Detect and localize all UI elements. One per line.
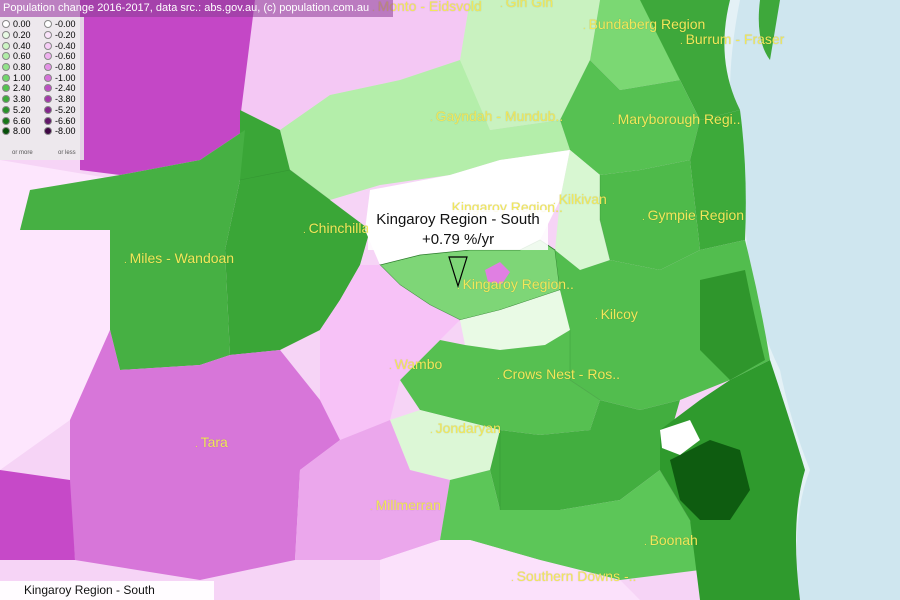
legend-swatch-icon bbox=[2, 84, 10, 93]
legend-value: 5.20 bbox=[13, 104, 31, 115]
legend-row: -0.40 bbox=[44, 40, 76, 51]
region-label[interactable]: Boonah bbox=[644, 532, 698, 548]
legend-swatch-icon bbox=[44, 127, 52, 136]
region-tooltip: Kingaroy Region - South +0.79 %/yr bbox=[368, 210, 548, 250]
legend-row: 5.20 bbox=[2, 105, 31, 116]
region-label[interactable]: Chinchilla bbox=[303, 220, 370, 236]
region-label[interactable]: Southern Downs -.. bbox=[511, 568, 637, 584]
region-label[interactable]: Tara bbox=[195, 434, 228, 450]
legend-value: -2.40 bbox=[55, 83, 76, 94]
legend-row: 6.60 bbox=[2, 115, 31, 126]
legend-row: 0.80 bbox=[2, 62, 31, 73]
legend-row: 3.80 bbox=[2, 94, 31, 105]
region-label[interactable]: Crows Nest - Ros.. bbox=[497, 366, 620, 382]
legend-row: -1.00 bbox=[44, 72, 76, 83]
legend-row: -3.80 bbox=[44, 94, 76, 105]
region-label[interactable]: Gin Gin bbox=[500, 0, 553, 10]
legend-swatch-icon bbox=[44, 41, 52, 50]
legend-value: -0.40 bbox=[55, 40, 76, 51]
legend-value: 0.80 bbox=[13, 62, 31, 73]
legend-value: 0.60 bbox=[13, 51, 31, 62]
legend-row: -2.40 bbox=[44, 83, 76, 94]
legend-row: 8.00 bbox=[2, 126, 31, 137]
legend-swatch-icon bbox=[44, 73, 52, 82]
legend-swatch-icon bbox=[2, 95, 10, 104]
region-label[interactable]: Gympie Region bbox=[642, 207, 745, 223]
legend: 0.00 0.20 0.40 0.60 0.80 1.00 2.40 3.80 5.20 6.60… bbox=[0, 17, 84, 160]
region-label[interactable]: Miles - Wandoan bbox=[124, 250, 235, 266]
legend-value: -5.20 bbox=[55, 104, 76, 115]
region-label[interactable]: Millmerran bbox=[370, 497, 441, 513]
region-label[interactable]: Wambo bbox=[389, 356, 443, 372]
legend-value: 6.60 bbox=[13, 115, 31, 126]
legend-swatch-icon bbox=[2, 73, 10, 82]
legend-row: -8.00 bbox=[44, 126, 76, 137]
region-label[interactable]: Bundaberg Region bbox=[583, 16, 706, 32]
legend-value: -6.60 bbox=[55, 115, 76, 126]
legend-value: 2.40 bbox=[13, 83, 31, 94]
legend-negative: -0.00 -0.20 -0.40 -0.60 -0.80 -1.00 -2.40 -3.80… bbox=[44, 19, 76, 137]
legend-row: -6.60 bbox=[44, 115, 76, 126]
location-marker-icon bbox=[448, 256, 468, 288]
legend-value: -3.80 bbox=[55, 94, 76, 105]
legend-value: 0.00 bbox=[13, 19, 31, 30]
region-label[interactable]: Jondaryan bbox=[430, 420, 501, 436]
legend-swatch-icon bbox=[2, 41, 10, 50]
legend-swatch-icon bbox=[2, 20, 10, 29]
legend-value: -0.20 bbox=[55, 30, 76, 41]
region-label[interactable]: Maryborough Regi.. bbox=[612, 111, 741, 127]
legend-swatch-icon bbox=[44, 84, 52, 93]
legend-swatch-icon bbox=[2, 105, 10, 114]
legend-swatch-icon bbox=[2, 63, 10, 72]
selected-region-status: Kingaroy Region - South bbox=[0, 581, 214, 600]
legend-row: -0.20 bbox=[44, 30, 76, 41]
region-label[interactable]: Gayndah - Mundub.. bbox=[430, 108, 564, 124]
legend-value: 1.00 bbox=[13, 72, 31, 83]
legend-value: -0.60 bbox=[55, 51, 76, 62]
legend-row: -0.00 bbox=[44, 19, 76, 30]
legend-row: -0.60 bbox=[44, 51, 76, 62]
legend-row: 0.60 bbox=[2, 51, 31, 62]
legend-value: -1.00 bbox=[55, 72, 76, 83]
choropleth-map[interactable] bbox=[0, 0, 900, 600]
tooltip-region-name: Kingaroy Region - South bbox=[376, 211, 540, 228]
legend-row: 0.00 bbox=[2, 19, 31, 30]
legend-swatch-icon bbox=[44, 52, 52, 61]
legend-row: 2.40 bbox=[2, 83, 31, 94]
legend-swatch-icon bbox=[2, 52, 10, 61]
region-coast-north[interactable] bbox=[690, 110, 746, 250]
legend-value: 0.20 bbox=[13, 30, 31, 41]
legend-swatch-icon bbox=[44, 95, 52, 104]
legend-swatch-icon bbox=[44, 105, 52, 114]
legend-pos-note: or more bbox=[12, 150, 33, 156]
legend-value: 3.80 bbox=[13, 94, 31, 105]
region-label[interactable]: Kingaroy Region.. bbox=[457, 276, 574, 292]
legend-row: 0.20 bbox=[2, 30, 31, 41]
legend-value: -8.00 bbox=[55, 126, 76, 137]
legend-value: 0.40 bbox=[13, 40, 31, 51]
legend-swatch-icon bbox=[44, 116, 52, 125]
legend-row: -5.20 bbox=[44, 105, 76, 116]
legend-swatch-icon bbox=[2, 31, 10, 40]
legend-swatch-icon bbox=[2, 127, 10, 136]
legend-positive: 0.00 0.20 0.40 0.60 0.80 1.00 2.40 3.80 5.20 6.60… bbox=[2, 19, 31, 137]
region-label[interactable]: Kilcoy bbox=[595, 306, 638, 322]
legend-value: -0.00 bbox=[55, 19, 76, 30]
region-southwest-magenta[interactable] bbox=[0, 470, 75, 560]
region-label[interactable]: Burrum - Fraser bbox=[680, 31, 785, 47]
tooltip-rate: +0.79 %/yr bbox=[421, 231, 495, 248]
legend-row: -0.80 bbox=[44, 62, 76, 73]
legend-neg-note: or less bbox=[58, 150, 76, 156]
legend-row: 1.00 bbox=[2, 72, 31, 83]
map-title: Population change 2016-2017, data src.: … bbox=[0, 0, 393, 17]
legend-value: 8.00 bbox=[13, 126, 31, 137]
legend-swatch-icon bbox=[2, 116, 10, 125]
legend-swatch-icon bbox=[44, 63, 52, 72]
legend-row: 0.40 bbox=[2, 40, 31, 51]
legend-swatch-icon bbox=[44, 20, 52, 29]
legend-value: -0.80 bbox=[55, 62, 76, 73]
legend-swatch-icon bbox=[44, 31, 52, 40]
